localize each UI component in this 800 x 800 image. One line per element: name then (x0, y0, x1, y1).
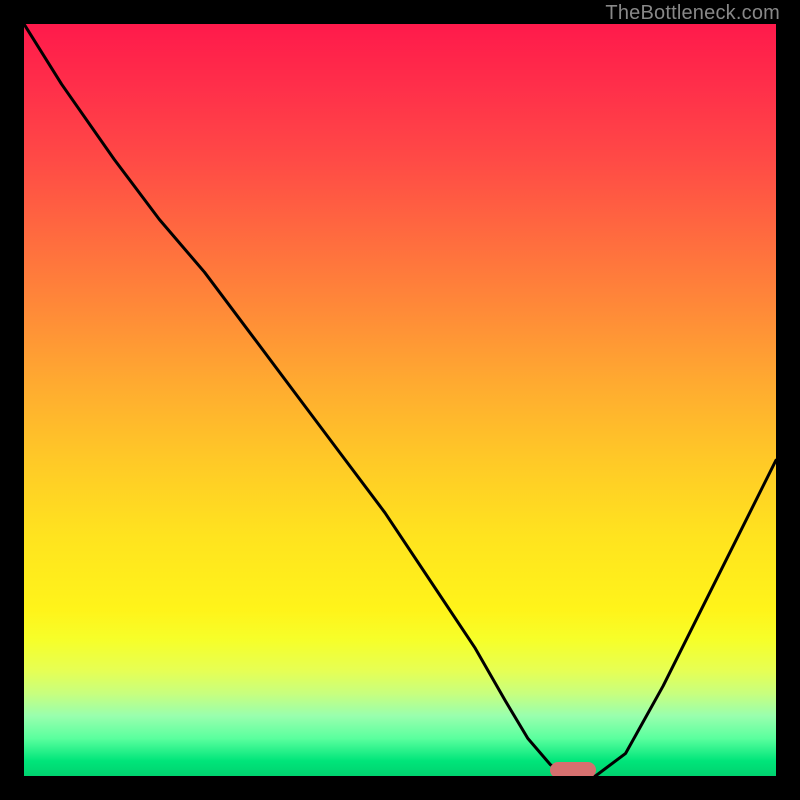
curve-svg (24, 24, 776, 776)
chart-container: TheBottleneck.com (0, 0, 800, 800)
plot-area (24, 24, 776, 776)
watermark-text: TheBottleneck.com (605, 2, 780, 25)
bottleneck-curve-path (24, 24, 776, 776)
optimal-marker (550, 762, 595, 776)
